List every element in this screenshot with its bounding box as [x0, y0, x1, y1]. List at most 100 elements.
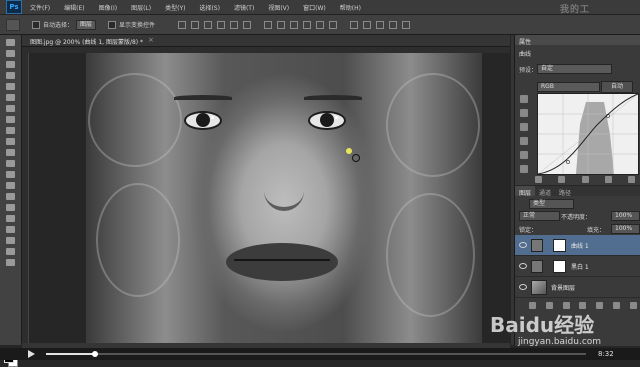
eyedropper-tool-icon[interactable]	[6, 94, 15, 101]
watermark-url: jingyan.baidu.com	[518, 337, 602, 347]
view-previous-icon[interactable]	[558, 176, 566, 183]
3d-scale-icon[interactable]	[402, 20, 411, 29]
canvas-area[interactable]	[29, 53, 510, 343]
preset-dropdown[interactable]: 自定	[537, 64, 612, 74]
marquee-tool-icon[interactable]	[6, 50, 15, 57]
trash-icon[interactable]	[629, 302, 637, 309]
channel-dropdown[interactable]: RGB	[537, 82, 600, 92]
3d-slide-icon[interactable]	[389, 20, 398, 29]
layer-row-black-white[interactable]: 黑白 1	[515, 256, 640, 277]
tab-channels[interactable]: 通道	[535, 186, 555, 197]
clone-stamp-tool-icon[interactable]	[6, 127, 15, 134]
blend-mode-dropdown[interactable]: 正常	[519, 211, 560, 221]
auto-select-label: 自动选择：	[43, 22, 74, 29]
align-center-icon[interactable]	[230, 20, 239, 29]
menu-file[interactable]: 文件(F)	[30, 3, 50, 12]
distribute-top-icon[interactable]	[264, 20, 273, 29]
menu-type[interactable]: 类型(Y)	[165, 3, 185, 12]
document-tab[interactable]: 图图.jpg @ 200% (曲线 1, 图层蒙版/8) * ×	[22, 35, 510, 47]
layer-mask-thumbnail[interactable]	[553, 260, 566, 273]
tab-layers[interactable]: 图层	[515, 186, 536, 197]
healing-brush-tool-icon[interactable]	[6, 105, 15, 112]
clip-to-layer-icon[interactable]	[535, 176, 542, 183]
zoom-tool-icon[interactable]	[6, 248, 15, 255]
lasso-tool-icon[interactable]	[6, 61, 15, 68]
tab-paths[interactable]: 路径	[555, 186, 575, 197]
eye-icon[interactable]	[519, 284, 527, 290]
align-right-icon[interactable]	[243, 20, 252, 29]
distribute-bottom-icon[interactable]	[290, 20, 299, 29]
pen-tool-icon[interactable]	[6, 193, 15, 200]
move-tool-icon[interactable]	[6, 39, 15, 46]
layer-row-background[interactable]: 背景图层	[515, 277, 640, 298]
left-eyebrow	[174, 95, 232, 100]
gradient-tool-icon[interactable]	[6, 160, 15, 167]
crop-tool-icon[interactable]	[6, 83, 15, 90]
layer-kind-filter[interactable]: 类型	[529, 199, 574, 209]
eye-icon[interactable]	[519, 263, 527, 269]
move-tool-preset-button[interactable]	[6, 18, 20, 31]
align-top-icon[interactable]	[178, 20, 187, 29]
gray-point-eyedropper-icon[interactable]	[520, 123, 528, 131]
layer-thumbnail	[531, 280, 547, 295]
menu-help[interactable]: 帮助(H)	[340, 3, 361, 12]
3d-rotate-icon[interactable]	[350, 20, 359, 29]
menu-select[interactable]: 选择(S)	[199, 3, 220, 12]
menu-layer[interactable]: 图层(L)	[131, 3, 151, 12]
eye-icon[interactable]	[519, 242, 527, 248]
white-point-eyedropper-icon[interactable]	[520, 137, 528, 145]
menu-image[interactable]: 图像(I)	[99, 3, 117, 12]
align-bottom-icon[interactable]	[204, 20, 213, 29]
fill-field[interactable]: 100%	[611, 224, 640, 234]
layer-style-icon[interactable]	[545, 302, 553, 309]
align-left-icon[interactable]	[217, 20, 226, 29]
new-layer-icon[interactable]	[613, 302, 621, 309]
quick-select-tool-icon[interactable]	[6, 72, 15, 79]
layer-row-curves[interactable]: 曲线 1	[515, 235, 640, 256]
curves-graph[interactable]	[537, 93, 639, 175]
auto-select-dropdown[interactable]: 图层	[76, 19, 97, 30]
on-image-adjust-icon[interactable]	[520, 95, 528, 103]
curve-edit-icon[interactable]	[520, 151, 528, 159]
align-middle-icon[interactable]	[191, 20, 200, 29]
distribute-right-icon[interactable]	[329, 20, 338, 29]
shape-tool-icon[interactable]	[6, 226, 15, 233]
menu-edit[interactable]: 编辑(E)	[64, 3, 84, 12]
trash-icon[interactable]	[628, 176, 635, 183]
pencil-draw-icon[interactable]	[520, 165, 528, 173]
path-select-tool-icon[interactable]	[6, 215, 15, 222]
adjustment-layer-icon[interactable]	[579, 302, 587, 309]
auto-select-checkbox[interactable]	[32, 20, 40, 29]
distribute-center-icon[interactable]	[316, 20, 325, 29]
eraser-tool-icon[interactable]	[6, 149, 15, 156]
brush-tool-icon[interactable]	[6, 116, 15, 123]
auto-button[interactable]: 自动	[601, 81, 633, 93]
dodge-tool-icon[interactable]	[6, 182, 15, 189]
edit-toolbar-icon[interactable]	[6, 259, 15, 266]
visibility-icon[interactable]	[604, 176, 612, 183]
opacity-field[interactable]: 100%	[611, 211, 640, 221]
show-transform-checkbox[interactable]	[108, 20, 117, 29]
menu-window[interactable]: 窗口(W)	[303, 3, 326, 12]
seek-handle[interactable]	[91, 351, 98, 357]
add-mask-icon[interactable]	[562, 302, 570, 309]
type-tool-icon[interactable]	[6, 204, 15, 211]
properties-tab[interactable]: 属性	[515, 35, 640, 46]
play-icon[interactable]	[28, 350, 35, 358]
menu-view[interactable]: 视图(V)	[268, 3, 289, 12]
distribute-left-icon[interactable]	[303, 20, 312, 29]
reset-icon[interactable]	[581, 176, 589, 183]
close-icon[interactable]: ×	[148, 36, 154, 44]
link-layers-icon[interactable]	[529, 302, 536, 309]
blur-tool-icon[interactable]	[6, 171, 15, 178]
menu-filter[interactable]: 滤镜(T)	[234, 3, 254, 12]
new-group-icon[interactable]	[596, 302, 604, 309]
black-point-eyedropper-icon[interactable]	[520, 109, 528, 117]
seek-bar[interactable]	[46, 351, 586, 357]
layer-mask-thumbnail[interactable]	[553, 239, 566, 252]
history-brush-tool-icon[interactable]	[6, 138, 15, 145]
distribute-middle-icon[interactable]	[277, 20, 286, 29]
hand-tool-icon[interactable]	[6, 237, 15, 244]
3d-drag-icon[interactable]	[376, 20, 385, 29]
3d-roll-icon[interactable]	[363, 20, 372, 29]
